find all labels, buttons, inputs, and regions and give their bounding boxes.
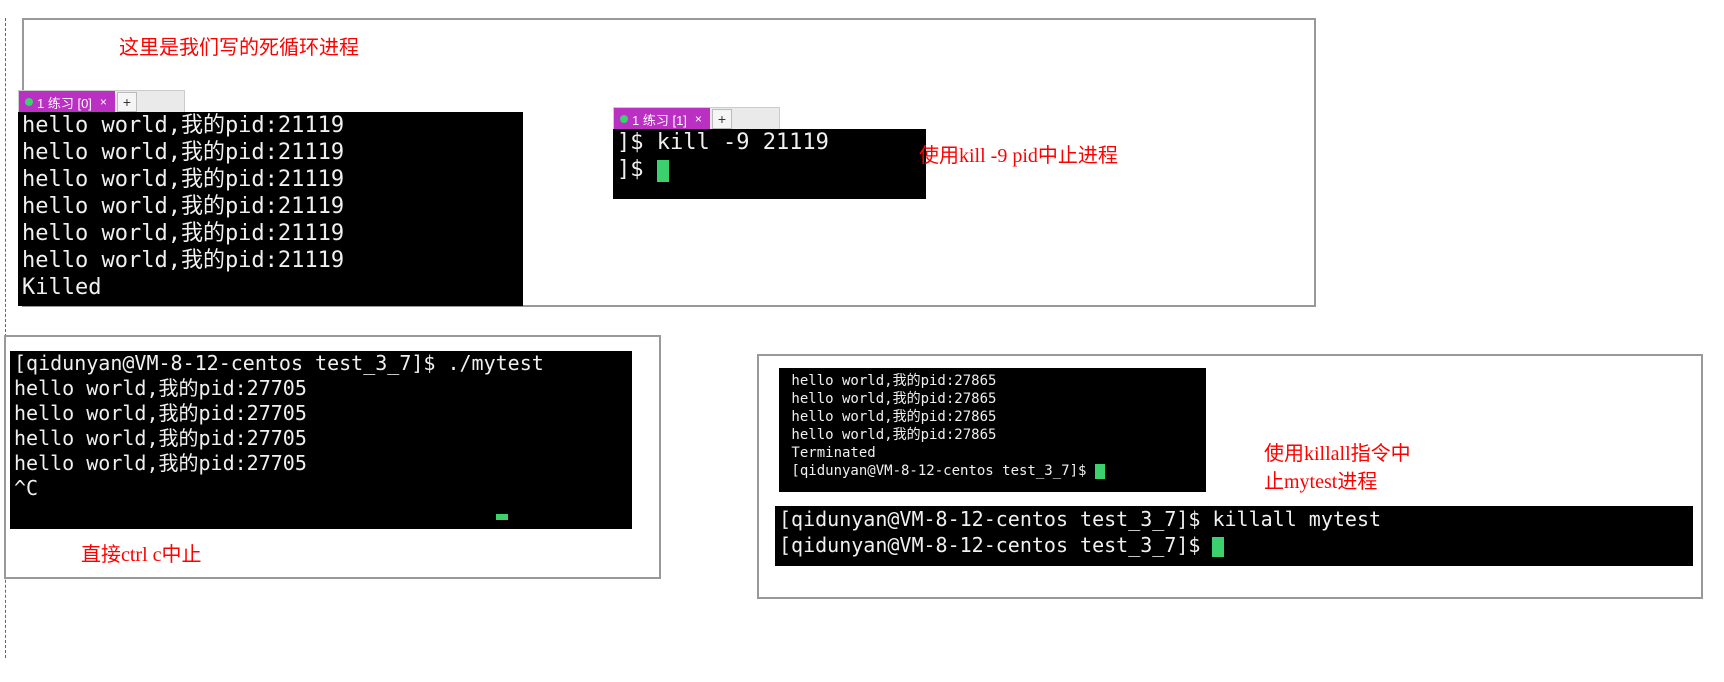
cursor-icon [657, 160, 669, 182]
terminal-line: ]$ [617, 157, 657, 182]
terminal-killall-output[interactable]: hello world,我的pid:27865 hello world,我的pi… [779, 368, 1206, 492]
panel-top: 这里是我们写的死循环进程 1 练习 [0] × + hello world,我的… [22, 18, 1316, 307]
status-dot-icon [25, 98, 33, 106]
cursor-icon [496, 514, 508, 520]
terminal-text: [qidunyan@VM-8-12-centos test_3_7]$ ./my… [14, 351, 544, 500]
annotation-kill9: 使用kill -9 pid中止进程 [919, 142, 1118, 170]
cursor-icon [1212, 537, 1224, 557]
terminal-text: hello world,我的pid:21119 hello world,我的pi… [22, 113, 344, 300]
close-icon[interactable]: × [100, 95, 107, 109]
panel-bottom-left: [qidunyan@VM-8-12-centos test_3_7]$ ./my… [4, 335, 661, 579]
terminal-loop-output[interactable]: hello world,我的pid:21119 hello world,我的pi… [18, 112, 523, 306]
annotation-loop-process: 这里是我们写的死循环进程 [119, 34, 359, 62]
tab-left[interactable]: 1 练习 [0] × [19, 91, 115, 113]
tab-add-button[interactable]: + [712, 109, 732, 129]
terminal-line: [qidunyan@VM-8-12-centos test_3_7]$ kill… [779, 507, 1381, 531]
terminal-line: [qidunyan@VM-8-12-centos test_3_7]$ [779, 533, 1212, 557]
status-dot-icon [620, 115, 628, 123]
panel-bottom-right: hello world,我的pid:27865 hello world,我的pi… [757, 354, 1703, 599]
terminal-line: ]$ kill -9 21119 [617, 130, 829, 155]
annotation-killall: 使用killall指令中 止mytest进程 [1264, 440, 1411, 496]
annotation-ctrlc: 直接ctrl c中止 [81, 541, 202, 569]
terminal-killall-command[interactable]: [qidunyan@VM-8-12-centos test_3_7]$ kill… [775, 506, 1693, 566]
tab-label: 1 练习 [1] [632, 110, 687, 129]
tab-add-button[interactable]: + [117, 92, 137, 112]
tab-right[interactable]: 1 练习 [1] × [614, 108, 710, 130]
tab-label: 1 练习 [0] [37, 93, 92, 112]
cursor-icon [1095, 464, 1105, 479]
tab-bar-left: 1 练习 [0] × + [18, 90, 185, 114]
terminal-kill-command[interactable]: ]$ kill -9 21119 ]$ [613, 129, 926, 199]
terminal-text: hello world,我的pid:27865 hello world,我的pi… [783, 373, 1095, 479]
terminal-ctrlc[interactable]: [qidunyan@VM-8-12-centos test_3_7]$ ./my… [10, 351, 632, 529]
tab-bar-right: 1 练习 [1] × + [613, 107, 780, 131]
close-icon[interactable]: × [695, 112, 702, 126]
